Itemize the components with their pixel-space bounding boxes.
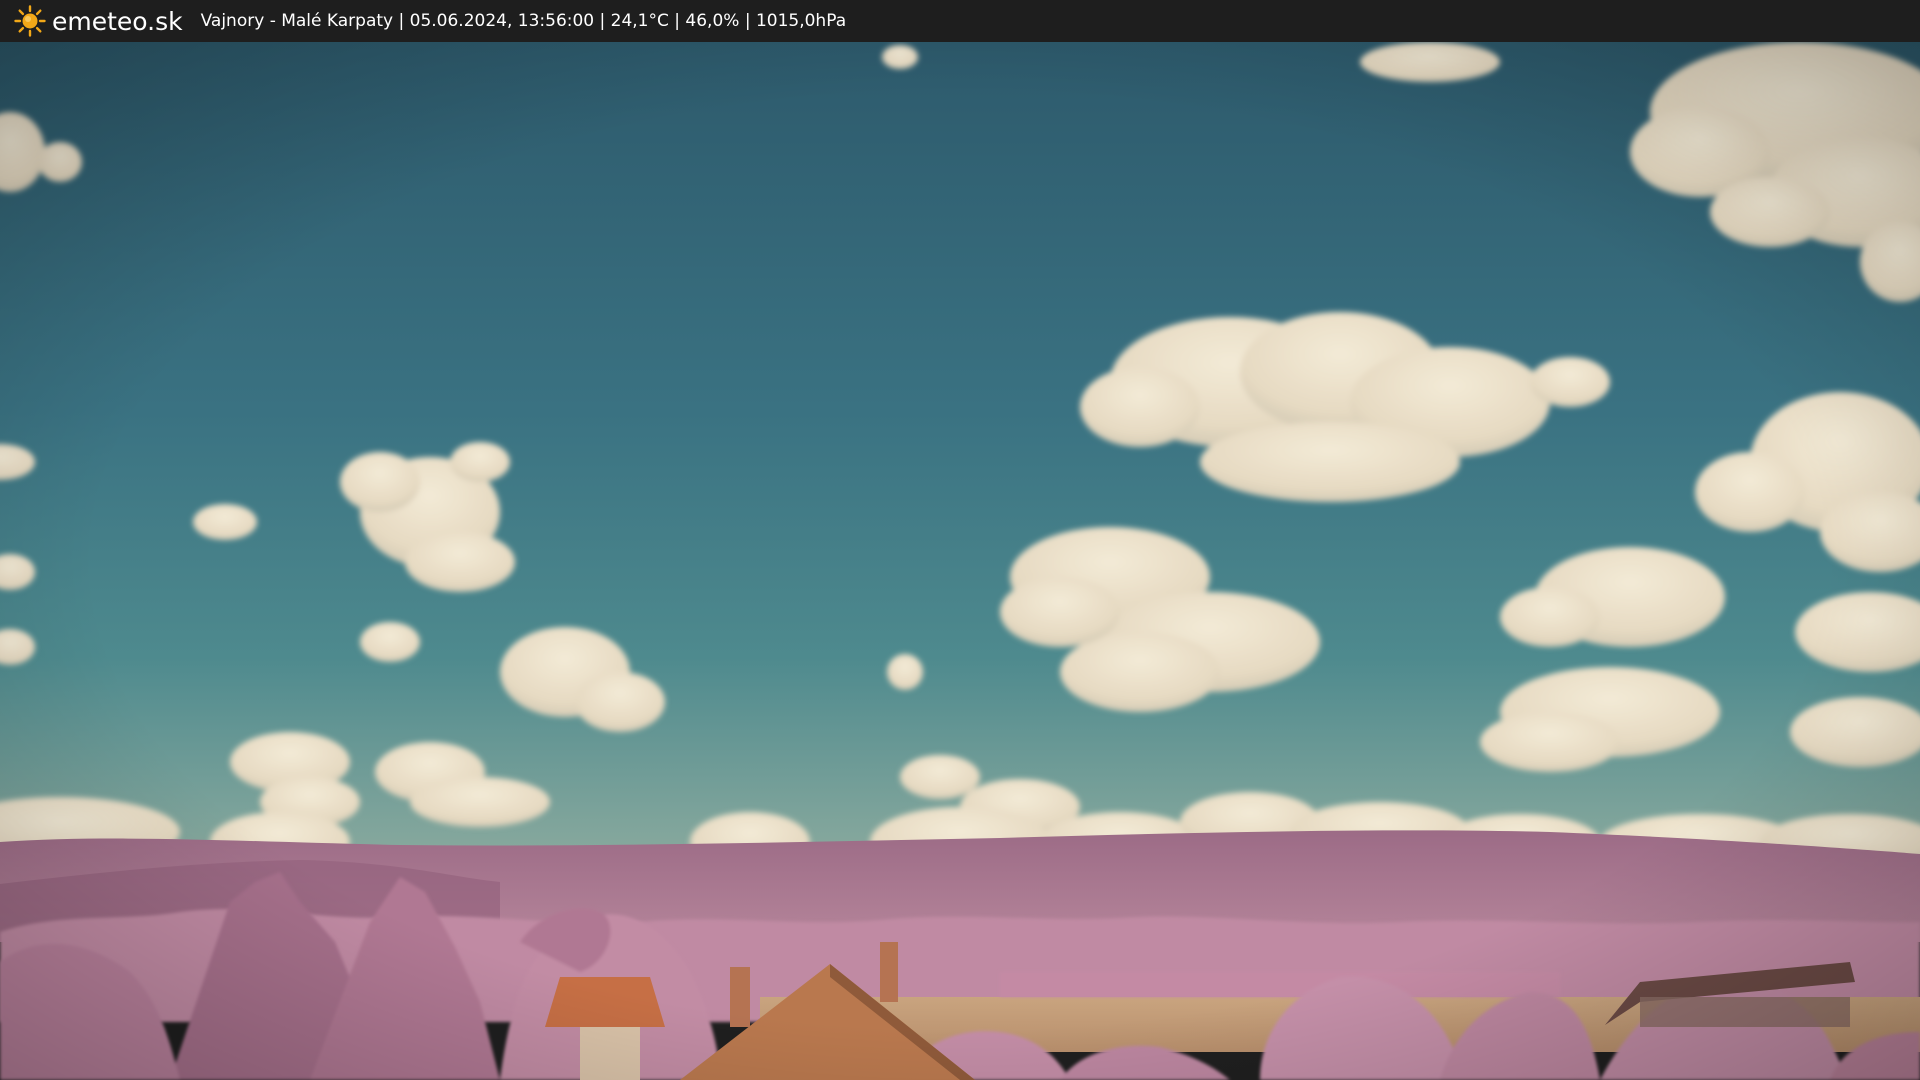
brand-name: emeteo.sk xyxy=(52,6,183,36)
logo[interactable]: emeteo.sk xyxy=(14,0,183,42)
sun-icon xyxy=(14,5,46,37)
station-caption: Vajnory - Malé Karpaty | 05.06.2024, 13:… xyxy=(200,11,847,31)
webcam-frame: emeteo.sk Vajnory - Malé Karpaty | 05.06… xyxy=(0,0,1920,1080)
top-bar: emeteo.sk Vajnory - Malé Karpaty | 05.06… xyxy=(0,0,1920,42)
webcam-image xyxy=(0,42,1920,1080)
